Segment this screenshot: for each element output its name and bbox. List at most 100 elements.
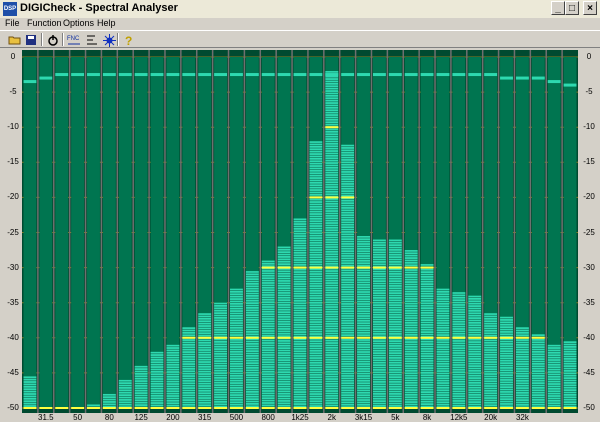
toolbar-separator bbox=[117, 33, 119, 46]
peak-hold-marker bbox=[531, 76, 545, 80]
peak-hold-marker bbox=[182, 73, 196, 77]
y-tick-label: -30 bbox=[7, 262, 19, 272]
y-tick-label: -10 bbox=[7, 122, 19, 132]
peak-hold-marker bbox=[293, 73, 307, 77]
spectrum-bar bbox=[531, 334, 545, 408]
peak-hold-marker bbox=[309, 73, 323, 77]
y-tick-label: -15 bbox=[583, 157, 595, 167]
y-tick-label: -5 bbox=[585, 87, 593, 97]
peak-hold-marker bbox=[563, 83, 577, 87]
spectrum-bar bbox=[452, 292, 466, 408]
save-button[interactable] bbox=[23, 32, 39, 47]
y-tick-label: -50 bbox=[7, 403, 19, 412]
peak-hold-marker bbox=[372, 73, 386, 77]
y-tick-label: -50 bbox=[583, 403, 595, 412]
spectrum-bar bbox=[277, 246, 291, 408]
peak-hold-marker bbox=[23, 80, 37, 84]
peak-hold-marker bbox=[436, 73, 450, 77]
menu-file[interactable]: File bbox=[5, 18, 20, 28]
window-title: DIGICheck - Spectral Analyser bbox=[20, 2, 178, 14]
spectrum-bar bbox=[245, 271, 259, 408]
app-icon: DSP bbox=[3, 2, 17, 16]
close-button[interactable]: × bbox=[583, 1, 597, 15]
peak-hold-marker bbox=[245, 73, 259, 77]
y-tick-label: -20 bbox=[583, 192, 595, 202]
bar-track bbox=[55, 57, 69, 408]
peak-hold-marker bbox=[230, 73, 243, 77]
minimize-button[interactable]: _ bbox=[551, 1, 565, 15]
peak-hold-marker bbox=[102, 73, 116, 77]
y-tick-label: -30 bbox=[583, 262, 595, 272]
peak-hold-marker bbox=[420, 73, 434, 77]
peak-hold-marker bbox=[325, 73, 339, 77]
y-tick-label: -40 bbox=[7, 332, 19, 342]
power-icon bbox=[48, 35, 58, 46]
peak-hold-marker bbox=[198, 73, 212, 77]
maximize-button[interactable]: □ bbox=[565, 1, 579, 15]
svg-text:FNC: FNC bbox=[67, 36, 80, 42]
peak-hold-marker bbox=[39, 76, 53, 80]
bar-track bbox=[87, 57, 100, 408]
open-button[interactable] bbox=[6, 32, 22, 47]
y-tick-label: -10 bbox=[583, 122, 595, 132]
peak-hold-marker bbox=[388, 73, 402, 77]
menu-options[interactable]: Options bbox=[63, 18, 94, 28]
peak-hold-marker bbox=[261, 73, 275, 77]
y-tick-label: 0 bbox=[10, 52, 16, 61]
settings-button[interactable] bbox=[101, 32, 117, 47]
y-tick-label: -20 bbox=[7, 192, 19, 202]
peak-hold-marker bbox=[515, 76, 529, 80]
bar-track bbox=[118, 57, 132, 408]
open-icon bbox=[8, 36, 20, 45]
y-tick-label: -35 bbox=[7, 297, 19, 307]
spectrum-bar bbox=[372, 239, 386, 408]
y-tick-label: -45 bbox=[7, 367, 19, 377]
spectrum-bar bbox=[309, 141, 323, 408]
fx-button[interactable] bbox=[84, 32, 100, 47]
bar-track bbox=[71, 57, 85, 408]
peak-hold-marker bbox=[452, 73, 466, 77]
y-tick-label: -25 bbox=[583, 227, 595, 237]
peak-hold-marker bbox=[214, 73, 228, 77]
peak-hold-marker bbox=[277, 73, 291, 77]
peak-hold-marker bbox=[166, 73, 180, 77]
fx-icon bbox=[87, 35, 97, 45]
menu-bar: File Function Options Help bbox=[0, 18, 600, 30]
peak-hold-marker bbox=[547, 80, 561, 84]
help-button[interactable]: ? bbox=[121, 32, 137, 47]
toolbar: FNC ? bbox=[0, 30, 600, 48]
settings-icon bbox=[102, 34, 116, 47]
power-button[interactable] bbox=[45, 32, 61, 47]
help-icon: ? bbox=[125, 34, 132, 47]
y-tick-label: -25 bbox=[7, 227, 19, 237]
spectrum-bar bbox=[420, 264, 434, 408]
peak-hold-marker bbox=[468, 73, 482, 77]
peak-hold-marker bbox=[134, 73, 148, 77]
bar-track bbox=[134, 57, 148, 408]
title-bar: DSP DIGICheck - Spectral Analyser _ □ × bbox=[0, 0, 600, 18]
peak-hold-marker bbox=[118, 73, 132, 77]
y-tick-label: -5 bbox=[9, 87, 17, 97]
y-tick-label: -15 bbox=[7, 157, 19, 167]
fnc-button[interactable]: FNC bbox=[66, 32, 82, 47]
peak-hold-marker bbox=[341, 73, 355, 77]
peak-hold-marker bbox=[484, 73, 498, 77]
spectrum-bar bbox=[325, 71, 339, 408]
save-icon bbox=[26, 35, 36, 45]
peak-hold-marker bbox=[55, 73, 69, 77]
y-tick-label: -35 bbox=[583, 297, 595, 307]
spectrum-chart bbox=[22, 50, 578, 413]
spectrum-bar bbox=[23, 376, 37, 408]
peak-hold-marker bbox=[71, 73, 85, 77]
bar-track bbox=[39, 57, 53, 408]
toolbar-separator bbox=[62, 33, 64, 46]
fnc-icon: FNC bbox=[67, 36, 80, 45]
spectrum-bar bbox=[500, 316, 513, 408]
menu-help[interactable]: Help bbox=[97, 18, 116, 28]
toolbar-separator bbox=[41, 33, 43, 46]
svg-text:?: ? bbox=[125, 34, 132, 47]
peak-hold-marker bbox=[500, 76, 513, 80]
bar-track bbox=[102, 57, 116, 408]
menu-function[interactable]: Function bbox=[27, 18, 62, 28]
peak-hold-marker bbox=[357, 73, 370, 77]
